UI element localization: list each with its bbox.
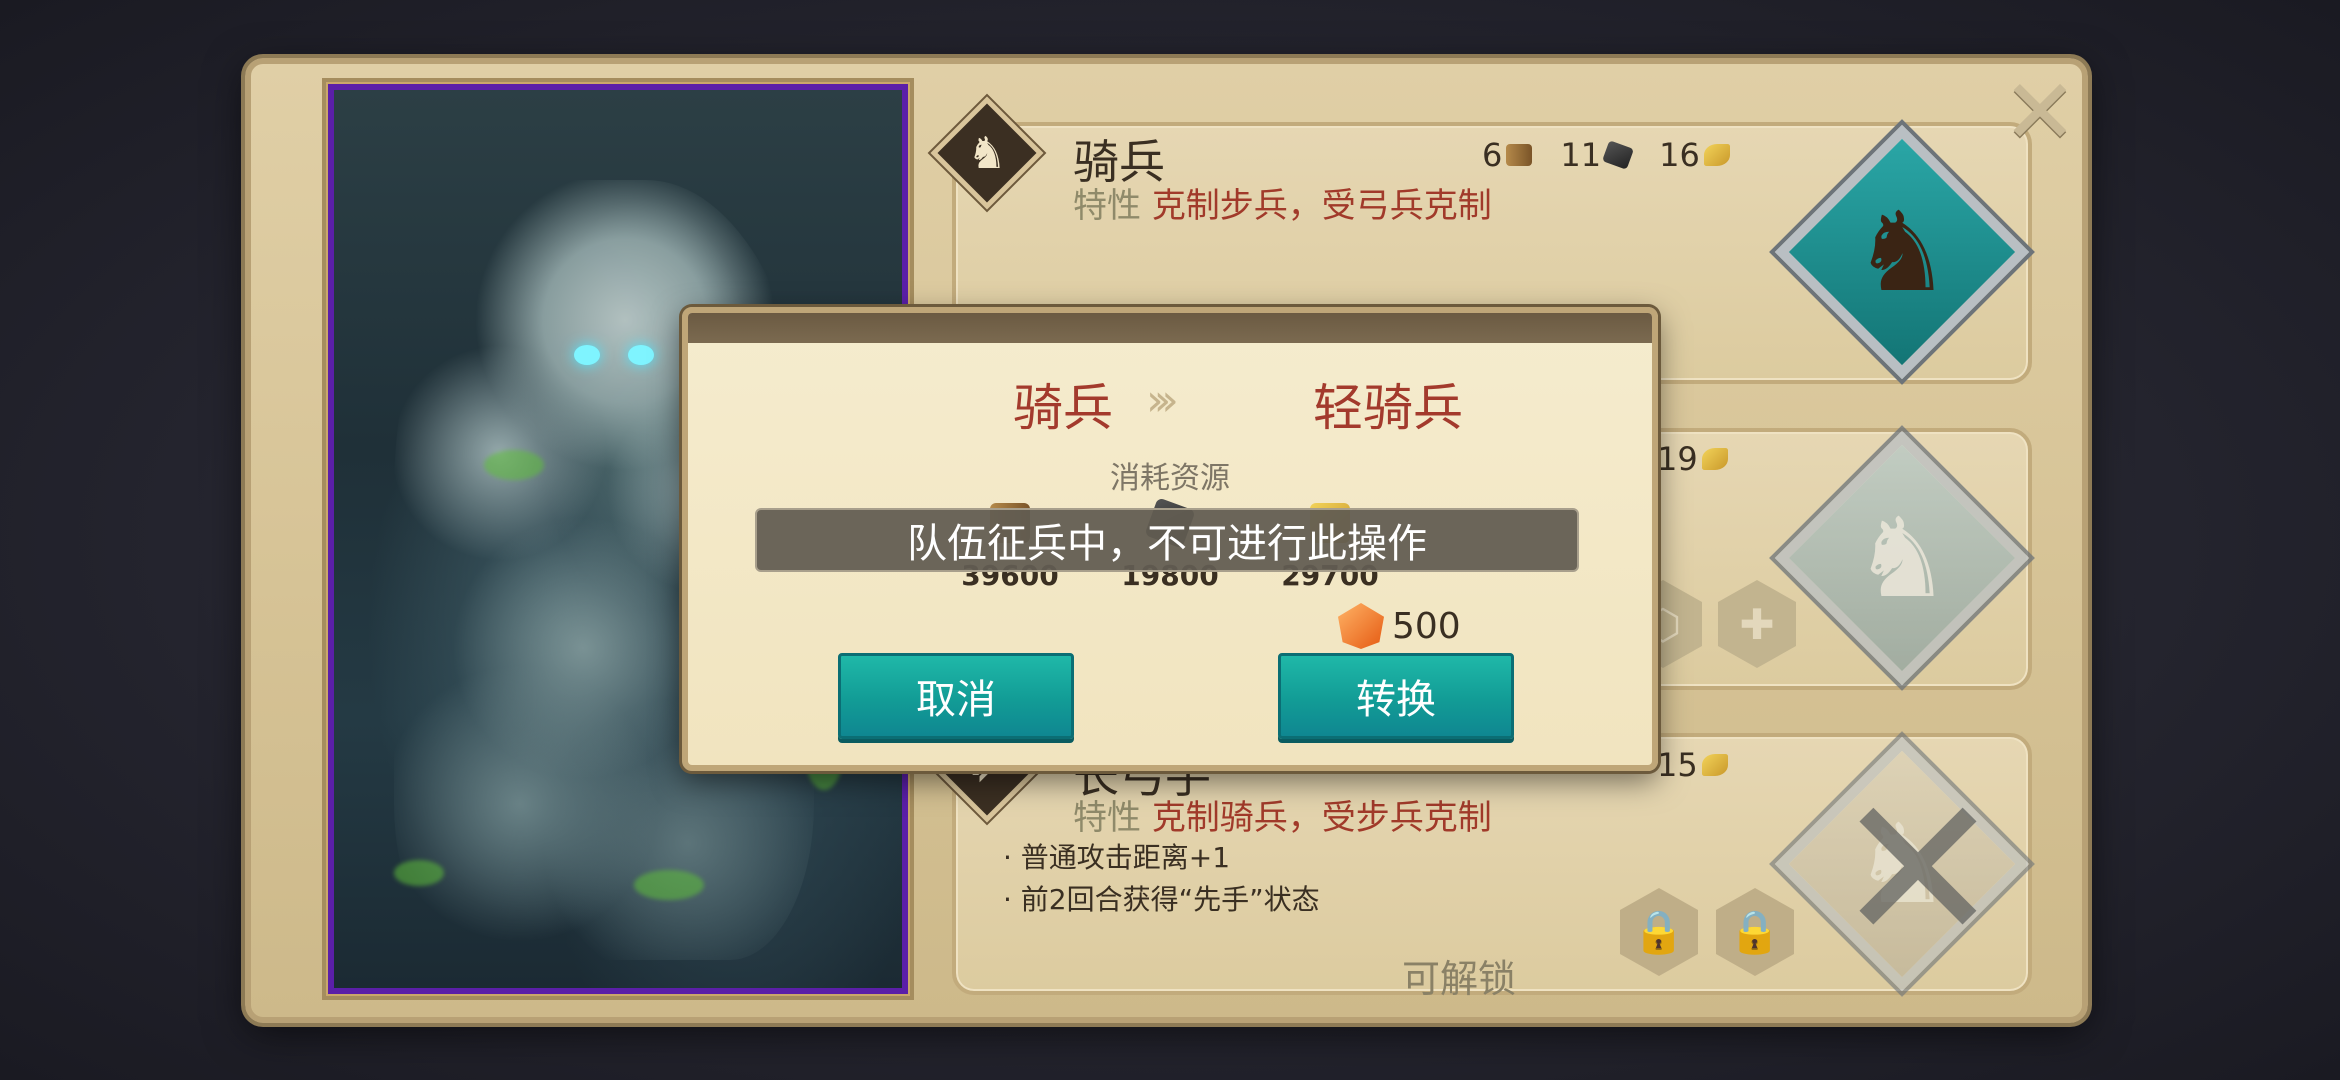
convert-arrow-icon: ››› [1146,375,1179,426]
close-icon[interactable]: ✕ [2000,60,2080,165]
unit-cost-row: 6 11 16 [1482,136,1730,174]
unit-trait: 特性 克制步兵，受弓兵克制 [1073,186,1492,226]
wheat-icon [1701,448,1728,470]
unit-cost-row: 15 [1657,746,1728,784]
gem-icon [1338,603,1384,649]
chain-lock-icon: ✕ [1834,753,2002,987]
dialog-header-strip [688,313,1652,343]
unit-cost-row: 19 [1657,440,1728,478]
cancel-button[interactable]: 取消 [838,653,1074,739]
convert-button[interactable]: 转换 [1278,653,1514,739]
wheat-icon [1703,144,1730,166]
unit-trait: 特性 克制骑兵，受步兵克制 [1073,798,1492,838]
unit-bullet: · 前2回合获得“先手”状态 [1003,883,1320,916]
convert-from-unit: 骑兵 [1013,379,1113,437]
wood-icon [1506,144,1533,166]
cost-title: 消耗资源 [1110,461,1230,496]
toast-message: 队伍征兵中，不可进行此操作 [755,508,1579,572]
horse-head-icon: ♞ [1852,188,1952,316]
horse-head-icon: ♞ [1852,494,1952,622]
golem-eyes [574,345,654,367]
unlock-label: 可解锁 [1402,957,1517,1001]
wheat-icon [1701,754,1728,776]
iron-icon [1602,140,1635,170]
unit-bullet: · 普通攻击距离+1 [1003,841,1231,874]
gem-cost: 500 [1338,603,1461,649]
horse-icon: ♞ [967,127,1007,179]
convert-to-unit: 轻骑兵 [1313,379,1463,437]
